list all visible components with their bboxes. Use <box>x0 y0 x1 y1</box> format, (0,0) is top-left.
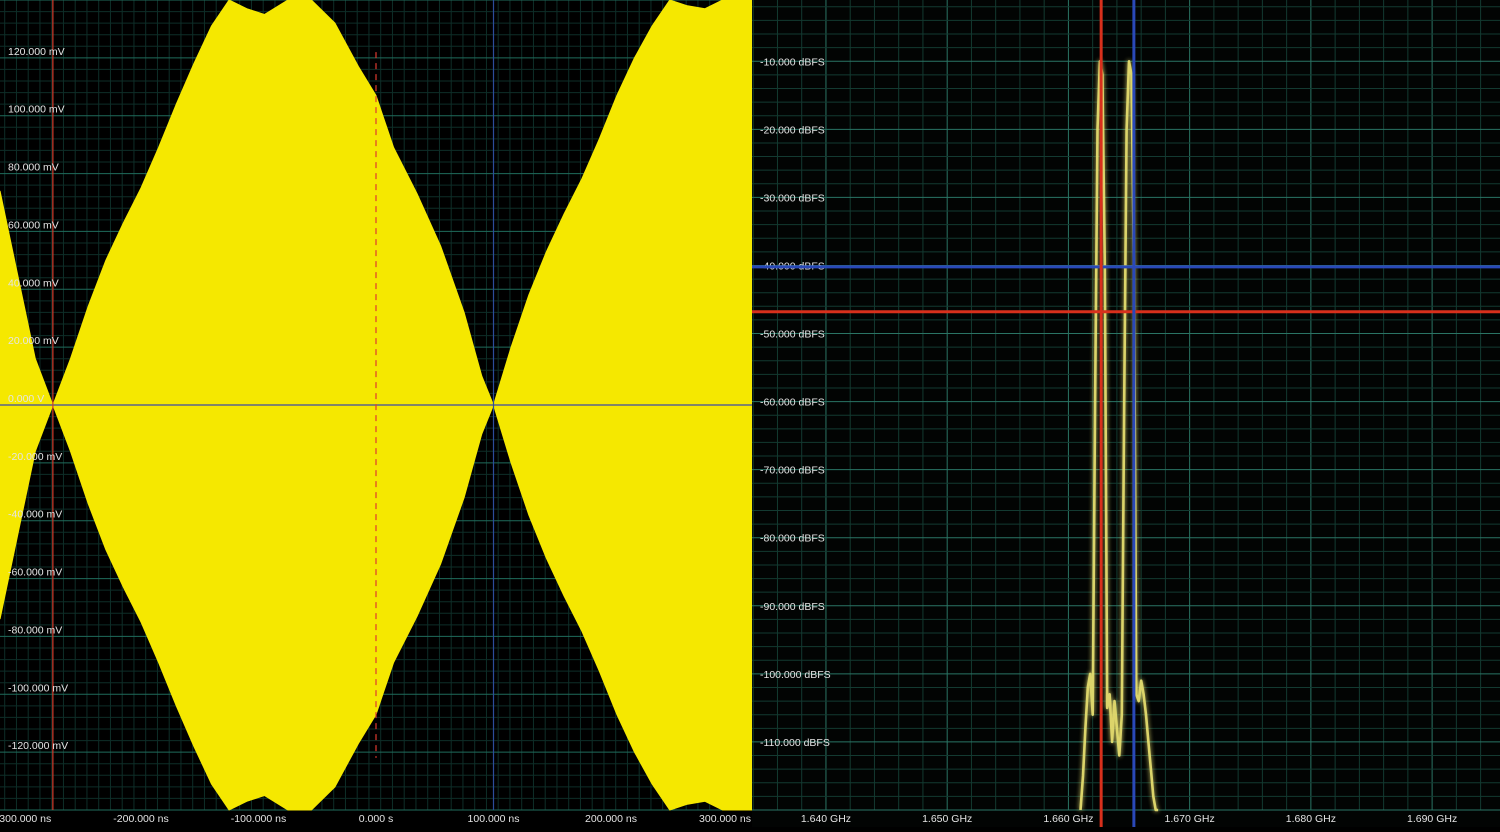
spectrum-panel: -10.000 dBFS-20.000 dBFS-30.000 dBFS-40.… <box>752 0 1500 827</box>
time-x-tick-labels: -300.000 ns -200.000 ns -100.000 ns 0.000 s… <box>0 813 751 825</box>
time-domain-panel: 120.000 mV 100.000 mV 80.000 mV 60.000 mV 40… <box>0 0 753 827</box>
y-tick-label: -120.000 mV <box>8 740 68 752</box>
y-tick-label: -70.000 dBFS <box>760 465 825 477</box>
y-tick-label: -20.000 dBFS <box>760 124 825 136</box>
y-tick-label: -100.000 mV <box>8 682 68 694</box>
spectrum-plot[interactable]: -10.000 dBFS-20.000 dBFS-30.000 dBFS-40.… <box>752 0 1500 827</box>
y-tick-label: -40.000 mV <box>8 509 62 521</box>
y-tick-label: -80.000 mV <box>8 624 62 636</box>
spectrum-x-tick-labels: 1.640 GHz 1.650 GHz 1.660 GHz 1.670 GHz 1.68… <box>801 813 1457 825</box>
y-tick-label: -20.000 mV <box>8 451 62 463</box>
y-tick-label: -60.000 mV <box>8 567 62 579</box>
x-tick-label: 1.660 GHz <box>1043 813 1093 825</box>
y-tick-label: 0.000 V <box>8 393 44 405</box>
time-domain-plot[interactable]: 120.000 mV 100.000 mV 80.000 mV 60.000 mV 40… <box>0 0 753 827</box>
x-tick-label: 200.000 ns <box>585 813 637 825</box>
x-tick-label: 0.000 s <box>359 813 393 825</box>
y-tick-label: 120.000 mV <box>8 46 65 58</box>
spectrum-line <box>1079 60 1159 812</box>
spectrum-y-tick-labels: -10.000 dBFS-20.000 dBFS-30.000 dBFS-40.… <box>760 56 831 749</box>
y-tick-label: -110.000 dBFS <box>760 737 830 749</box>
y-tick-label: 40.000 mV <box>8 277 59 289</box>
x-tick-label: -100.000 ns <box>231 813 286 825</box>
y-tick-label: 60.000 mV <box>8 219 59 231</box>
x-tick-label: 100.000 ns <box>468 813 520 825</box>
x-tick-label: 1.670 GHz <box>1165 813 1215 825</box>
spectrum-trace <box>1079 60 1159 812</box>
x-tick-label: 1.680 GHz <box>1286 813 1336 825</box>
x-tick-label: -300.000 ns <box>0 813 51 825</box>
x-tick-label: -200.000 ns <box>113 813 168 825</box>
x-tick-label: 1.650 GHz <box>922 813 972 825</box>
x-tick-label: 1.640 GHz <box>801 813 851 825</box>
y-tick-label: 20.000 mV <box>8 335 59 347</box>
y-tick-label: -90.000 dBFS <box>760 601 825 613</box>
y-tick-label: -100.000 dBFS <box>760 669 831 681</box>
y-tick-label: -80.000 dBFS <box>760 533 825 545</box>
y-tick-label: -10.000 dBFS <box>760 56 825 68</box>
x-tick-label: 300.000 ns <box>699 813 751 825</box>
y-tick-label: -30.000 dBFS <box>760 192 825 204</box>
x-tick-label: 1.690 GHz <box>1407 813 1457 825</box>
y-tick-label: 100.000 mV <box>8 104 65 116</box>
y-tick-label: 80.000 mV <box>8 162 59 174</box>
y-tick-label: -60.000 dBFS <box>760 397 825 409</box>
y-tick-label: -50.000 dBFS <box>760 329 825 341</box>
